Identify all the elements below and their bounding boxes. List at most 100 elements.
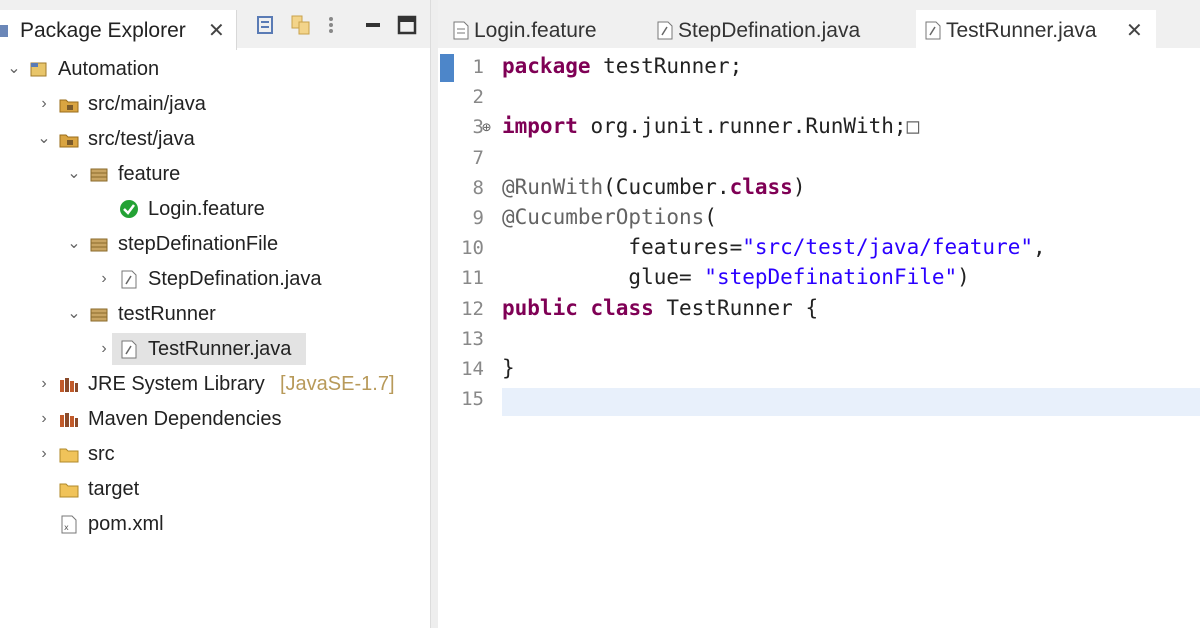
tree-item-label: target (88, 478, 140, 500)
java-file-icon (121, 340, 137, 359)
chevron-right-icon[interactable]: › (96, 332, 112, 366)
chevron-down-icon[interactable]: ⌄ (36, 122, 52, 156)
code-token: package (502, 54, 591, 78)
chevron-right-icon[interactable]: › (36, 437, 52, 471)
code-editor[interactable]: 1 package testRunner; 2 3 ⊕ import org.junit.… (438, 48, 1200, 628)
overview-marker[interactable] (440, 54, 454, 82)
cucumber-feature-icon (120, 200, 138, 218)
editor-tab[interactable]: TestRunner.java ✕ (916, 10, 1156, 50)
editor-tab-bar: Login.feature StepDefination.java TestRunn… (438, 0, 1200, 50)
current-line-highlight (502, 388, 1200, 416)
code-line[interactable]: } (502, 356, 515, 380)
code-token: (Cucumber. (603, 174, 730, 199)
view-menu-icon[interactable] (326, 14, 336, 36)
java-file-icon (657, 21, 673, 40)
line-number: 13 (461, 327, 484, 350)
code-token: ( (704, 205, 717, 229)
tree-item[interactable]: › src/main/java (0, 87, 430, 121)
editor-tab[interactable]: Login.feature (444, 10, 644, 50)
line-number: 7 (472, 146, 484, 169)
code-line[interactable]: features="src/test/java/feature", (502, 235, 1045, 260)
chevron-right-icon[interactable]: › (96, 262, 112, 296)
tree-item[interactable]: › StepDefination.java (0, 262, 430, 296)
code-line[interactable]: @RunWith(Cucumber.class) (502, 175, 805, 199)
line-number: 12 (461, 297, 484, 320)
minimize-icon[interactable] (362, 14, 384, 36)
code-line[interactable]: public class TestRunner { (502, 296, 818, 320)
line-number: 2 (472, 86, 484, 109)
tree-item[interactable]: › Maven Dependencies (0, 402, 430, 436)
tree-item[interactable]: ⌄ testRunner (0, 297, 430, 331)
collapse-all-icon[interactable] (256, 14, 278, 36)
code-token: "stepDefinationFile" (704, 265, 958, 290)
source-folder-icon (59, 99, 79, 113)
tree-item[interactable]: Login.feature (0, 192, 430, 226)
tree-item[interactable]: target (0, 472, 430, 506)
code-line[interactable]: glue= "stepDefinationFile") (502, 265, 970, 290)
package-icon (90, 238, 108, 252)
line-number: 15 (461, 388, 484, 411)
chevron-down-icon[interactable]: ⌄ (6, 52, 22, 86)
close-icon[interactable]: ✕ (1126, 18, 1143, 43)
package-explorer-header: Package Explorer ✕ (0, 0, 430, 50)
tree-item-label: Automation (58, 58, 160, 80)
line-number: 14 (461, 358, 484, 380)
code-token: TestRunner { (653, 295, 819, 320)
chevron-right-icon[interactable]: › (36, 402, 52, 436)
code-line[interactable]: import org.junit.runner.RunWith;□ (502, 114, 919, 138)
code-token: ) (792, 174, 806, 199)
code-token: □ (906, 114, 920, 139)
tab-package-explorer-label: Package Explorer (20, 19, 186, 42)
code-token: org.junit.runner.RunWith; (577, 114, 907, 139)
code-token: testRunner; (590, 54, 743, 78)
line-number: 3 (472, 116, 484, 139)
line-number: 1 (472, 56, 484, 78)
chevron-down-icon[interactable]: ⌄ (66, 157, 82, 191)
code-token: import (502, 114, 578, 139)
tab-package-explorer[interactable]: Package Explorer ✕ (0, 10, 237, 50)
code-token: class (729, 174, 793, 199)
editor-tab-label: TestRunner.java (946, 19, 1097, 42)
code-token: @CucumberOptions (502, 205, 705, 229)
code-token: glue= (502, 265, 705, 290)
tree-item[interactable]: ⌄ src/test/java (0, 122, 430, 156)
tree-item[interactable]: ⌄ stepDefinationFile (0, 227, 430, 261)
tree-item-label: feature (118, 163, 181, 185)
line-number: 8 (472, 176, 484, 199)
code-token: @RunWith (502, 174, 604, 199)
tree-item-label: testRunner (118, 303, 216, 325)
tree-item[interactable]: › JRE System Library [JavaSE-1.7] (0, 367, 430, 401)
tree-item[interactable]: › TestRunner.java (0, 332, 430, 366)
line-number: 9 (472, 207, 484, 229)
java-file-icon (925, 21, 941, 40)
package-icon (90, 168, 108, 182)
code-line[interactable]: package testRunner; (502, 54, 742, 78)
code-line[interactable]: @CucumberOptions( (502, 205, 717, 229)
close-icon[interactable]: ✕ (208, 18, 225, 43)
tree-item[interactable]: › src (0, 437, 430, 471)
tree-item-label: StepDefination.java (148, 268, 322, 290)
code-token: "src/test/java/feature" (742, 235, 1034, 260)
fold-expand-icon[interactable]: ⊕ (482, 118, 491, 136)
tree-item-label: pom.xml (88, 513, 164, 535)
editor-tab-label: StepDefination.java (678, 19, 861, 42)
chevron-right-icon[interactable]: › (36, 87, 52, 121)
code-token: } (502, 356, 515, 380)
tree-item-label: JRE System Library (88, 373, 265, 395)
line-number: 11 (461, 267, 484, 290)
link-with-editor-icon[interactable] (290, 14, 312, 36)
tree-item-label: Login.feature (148, 198, 265, 220)
tree-item[interactable]: ⌄ feature (0, 157, 430, 191)
tree-item[interactable]: ⌄ Automation (0, 52, 430, 86)
svg-text:x: x (64, 523, 69, 532)
code-token: ) (957, 265, 970, 290)
tree-item-label: src/main/java (88, 93, 206, 115)
xml-file-icon: x (61, 515, 77, 534)
chevron-down-icon[interactable]: ⌄ (66, 297, 82, 331)
tree-item[interactable]: x pom.xml (0, 507, 430, 541)
maximize-icon[interactable] (396, 14, 418, 36)
chevron-down-icon[interactable]: ⌄ (66, 227, 82, 261)
source-folder-icon (59, 134, 79, 148)
editor-tab[interactable]: StepDefination.java (648, 10, 910, 50)
chevron-right-icon[interactable]: › (36, 367, 52, 401)
